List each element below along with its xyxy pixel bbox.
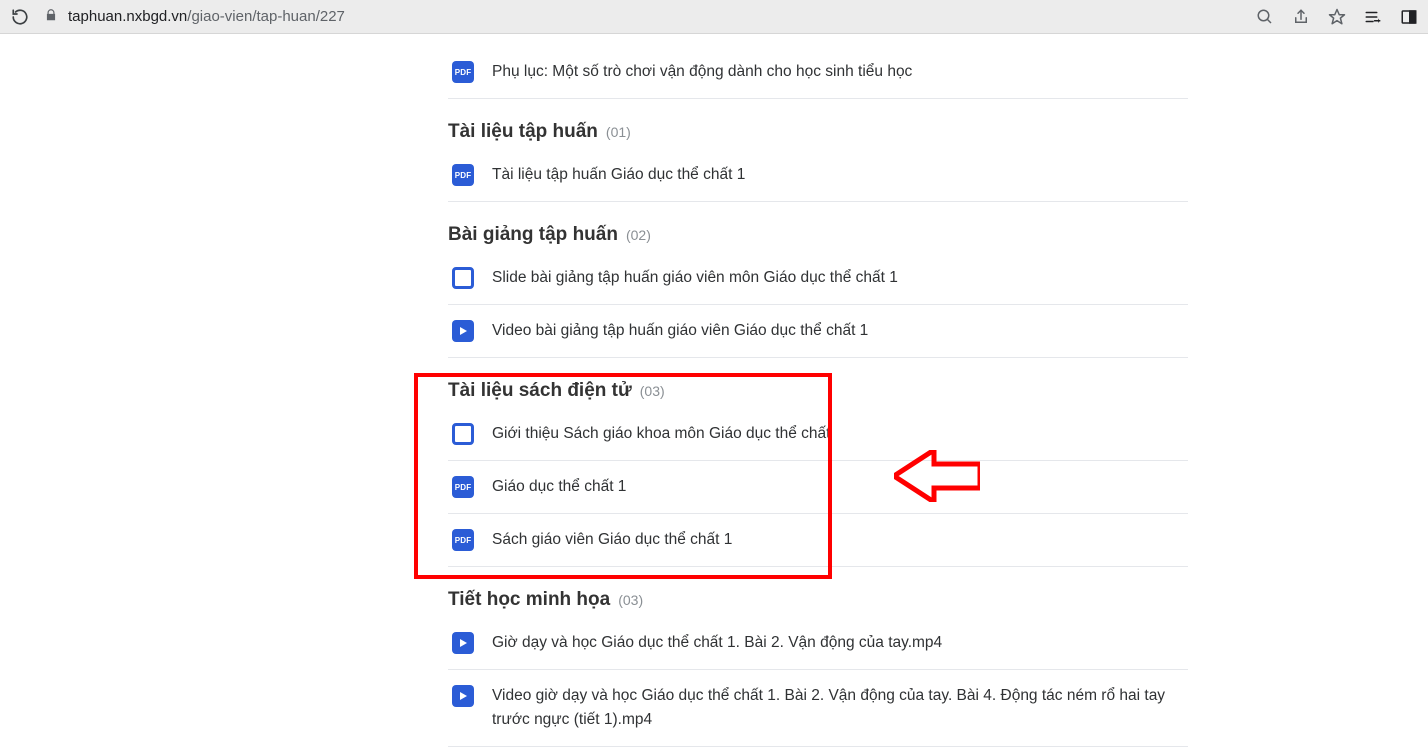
pdf-icon: PDF [452,529,474,551]
pdf-icon: PDF [452,476,474,498]
share-icon[interactable] [1292,8,1310,26]
video-icon [452,320,474,342]
browser-address-bar: taphuan.nxbgd.vn/giao-vien/tap-huan/227 [0,0,1428,34]
list-item[interactable]: PDF Giáo dục thể chất 1 [448,461,1188,514]
slide-icon [452,423,474,445]
section-tiet-hoc-minh-hoa: Tiết học minh họa (03) Giờ dạy và học Gi… [448,589,1188,747]
reload-icon[interactable] [10,7,30,27]
section-count: (03) [640,383,665,399]
item-label: Giáo dục thể chất 1 [492,475,626,499]
item-label: Video bài giảng tập huấn giáo viên Giáo … [492,319,868,343]
section-tai-lieu-sach-dien-tu: Tài liệu sách điện tử (03) Giới thiệu Sá… [448,380,1188,567]
list-item[interactable]: PDF Tài liệu tập huấn Giáo dục thể chất … [448,149,1188,202]
toolbar-actions [1256,8,1418,26]
reading-list-icon[interactable] [1364,8,1382,26]
content-column: PDF Phụ lục: Một số trò chơi vận động dà… [448,46,1188,747]
section-title: Bài giảng tập huấn (02) [448,224,1188,246]
url-host: taphuan.nxbgd.vn [68,8,187,25]
section-bai-giang-tap-huan: Bài giảng tập huấn (02) Slide bài giảng … [448,224,1188,358]
list-item[interactable]: Slide bài giảng tập huấn giáo viên môn G… [448,252,1188,305]
item-label: Tài liệu tập huấn Giáo dục thể chất 1 [492,163,745,187]
url-text: taphuan.nxbgd.vn/giao-vien/tap-huan/227 [68,8,345,25]
lock-icon [44,8,58,25]
address-area[interactable]: taphuan.nxbgd.vn/giao-vien/tap-huan/227 [44,8,1242,25]
zoom-icon[interactable] [1256,8,1274,26]
section-title: Tài liệu sách điện tử (03) [448,380,1188,402]
pdf-icon: PDF [452,61,474,83]
page: PDF Phụ lục: Một số trò chơi vận động dà… [0,34,1428,747]
section-tai-lieu-tap-huan: Tài liệu tập huấn (01) PDF Tài liệu tập … [448,121,1188,202]
side-panel-icon[interactable] [1400,8,1418,26]
item-label: Phụ lục: Một số trò chơi vận động dành c… [492,60,912,84]
list-item[interactable]: PDF Sách giáo viên Giáo dục thể chất 1 [448,514,1188,567]
section-title: Tài liệu tập huấn (01) [448,121,1188,143]
section-count: (01) [606,124,631,140]
item-label: Giờ dạy và học Giáo dục thể chất 1. Bài … [492,631,942,655]
section-title: Tiết học minh họa (03) [448,589,1188,611]
item-label: Giới thiệu Sách giáo khoa môn Giáo dục t… [492,422,830,446]
list-item[interactable]: Video bài giảng tập huấn giáo viên Giáo … [448,305,1188,358]
item-label: Video giờ dạy và học Giáo dục thể chất 1… [492,684,1184,732]
video-icon [452,685,474,707]
list-item[interactable]: Video giờ dạy và học Giáo dục thể chất 1… [448,670,1188,747]
list-item[interactable]: PDF Phụ lục: Một số trò chơi vận động dà… [448,46,1188,99]
star-icon[interactable] [1328,8,1346,26]
section-count: (03) [618,592,643,608]
section-count: (02) [626,227,651,243]
list-item[interactable]: Giờ dạy và học Giáo dục thể chất 1. Bài … [448,617,1188,670]
list-item[interactable]: Giới thiệu Sách giáo khoa môn Giáo dục t… [448,408,1188,461]
item-label: Slide bài giảng tập huấn giáo viên môn G… [492,266,898,290]
pdf-icon: PDF [452,164,474,186]
url-path: /giao-vien/tap-huan/227 [187,8,345,25]
video-icon [452,632,474,654]
slide-icon [452,267,474,289]
item-label: Sách giáo viên Giáo dục thể chất 1 [492,528,732,552]
